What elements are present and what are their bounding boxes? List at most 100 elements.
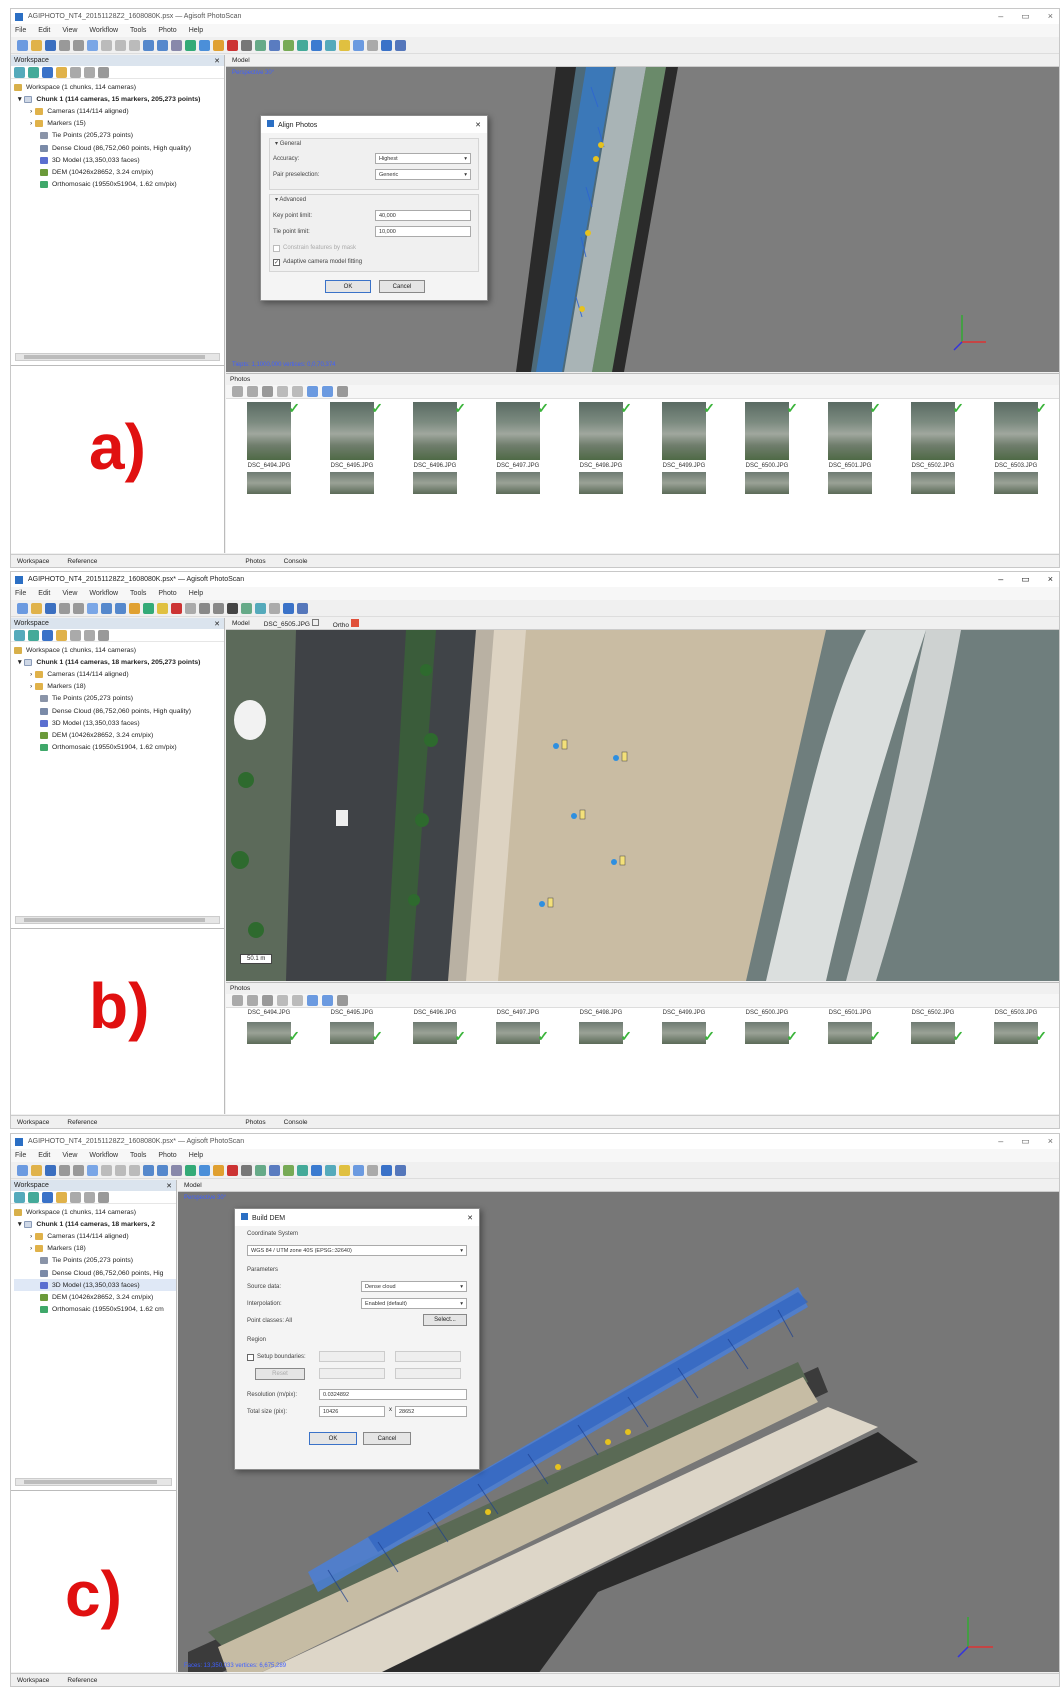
chevron-down-icon[interactable]: ▾ [18,1220,21,1228]
delete-icon[interactable] [227,39,238,51]
grid-icon[interactable] [255,39,266,51]
photo-thumbnail[interactable]: ✓ DSC_6501.JPG [817,400,883,494]
close-tab-icon[interactable] [350,618,359,627]
patch-icon[interactable] [171,602,182,614]
close-pane-icon[interactable]: ✕ [166,1182,172,1190]
remove-icon[interactable] [98,66,109,78]
draw-icon[interactable] [129,602,140,614]
chevron-right-icon[interactable]: › [30,1233,32,1240]
delete-icon[interactable] [227,1164,238,1176]
navigate-icon[interactable] [395,1164,406,1176]
zoom-out-icon[interactable] [213,602,224,614]
navigate-icon[interactable] [297,602,308,614]
tree-item-3d-model[interactable]: 3D Model (13,350,033 faces) [14,717,224,729]
setup-boundaries-checkbox[interactable] [247,1353,254,1361]
menu-edit[interactable]: Edit [38,1152,50,1159]
seamline-icon[interactable] [185,602,196,614]
tree-item-orthomosaic[interactable]: Orthomosaic (19550x51904, 1.62 cm [14,1304,176,1316]
tab-photos[interactable]: Photos [245,1119,265,1126]
view-mode-icon[interactable] [337,386,348,397]
ruler-icon[interactable] [199,39,210,51]
close-pane-icon[interactable]: ✕ [214,57,220,65]
menu-workflow[interactable]: Workflow [89,27,118,34]
photo-thumbnail[interactable]: ✓ DSC_6502.JPG [900,400,966,494]
menu-photo[interactable]: Photo [158,590,176,597]
menu-tools[interactable]: Tools [130,27,146,34]
close-pane-icon[interactable]: ✕ [214,620,220,628]
photo-thumbnail[interactable]: ✓ DSC_6496.JPG [402,400,468,494]
close-icon[interactable]: × [1048,11,1053,22]
rotate-left-icon[interactable] [277,386,288,397]
pencil-icon[interactable] [227,602,238,614]
tab-photo[interactable]: DSC_6505.JPG [264,619,319,628]
tree-item-3d-model[interactable]: 3D Model (13,350,033 faces) [14,154,224,166]
horizontal-scrollbar[interactable] [15,353,220,361]
tab-workspace[interactable]: Workspace [17,1119,49,1126]
add-folder-icon[interactable] [42,629,53,641]
photo-thumbnail[interactable]: ✓ DSC_6500.JPG [734,400,800,494]
add-photos-icon[interactable] [28,1191,39,1203]
constrain-row[interactable]: Constrain features by mask [273,242,477,254]
maximize-icon[interactable]: ▭ [1021,1136,1030,1147]
source-data-select[interactable]: Dense cloud ▾ [361,1281,467,1292]
dense-icon[interactable] [283,39,294,51]
new-icon[interactable] [17,1164,28,1176]
brush-icon[interactable] [157,602,168,614]
points-icon[interactable] [269,39,280,51]
ruler-icon[interactable] [199,1164,210,1176]
mesh-icon[interactable] [297,39,308,51]
tab-reference[interactable]: Reference [67,558,97,565]
interpolation-select[interactable]: Enabled (default) ▾ [361,1298,467,1309]
menu-edit[interactable]: Edit [38,27,50,34]
photo-thumbnail[interactable]: DSC_6500.JPG ✓ [734,1010,800,1044]
tree-item-tie-points[interactable]: Tie Points (205,273 points) [14,130,224,142]
keypoint-limit-input[interactable]: 40,000 [375,210,471,221]
chevron-down-icon[interactable]: ▾ [18,658,21,666]
new-icon[interactable] [17,602,28,614]
cancel-button[interactable]: Cancel [363,1432,411,1445]
photo-thumbnail[interactable]: DSC_6498.JPG ✓ [568,1010,634,1044]
camera-icon[interactable] [56,629,67,641]
constrain-checkbox[interactable] [273,244,280,252]
shape-icon[interactable] [213,39,224,51]
grid-icon[interactable] [255,1164,266,1176]
tree-item-workspace[interactable]: Workspace (1 chunks, 114 cameras) [14,644,224,656]
photo-thumbnail[interactable]: DSC_6497.JPG ✓ [485,1010,551,1044]
tree-item-cameras[interactable]: › Cameras (114/114 aligned) [14,668,224,680]
new-icon[interactable] [17,39,28,51]
tiepoint-limit-input[interactable]: 10,000 [375,226,471,237]
tree-item-cameras[interactable]: › Cameras (114/114 aligned) [14,105,224,117]
menu-view[interactable]: View [62,590,77,597]
points-icon[interactable] [269,1164,280,1176]
tab-ortho[interactable]: Ortho [333,618,359,629]
select-classes-button[interactable]: Select... [423,1314,467,1326]
remove-icon[interactable] [262,386,273,397]
tree-item-tie-points[interactable]: Tie Points (205,273 points) [14,1255,176,1267]
rotate-right-icon[interactable] [292,386,303,397]
tab-console[interactable]: Console [284,558,308,565]
tree-item-chunk[interactable]: ▾ Chunk 1 (114 cameras, 15 markers, 205,2… [14,93,224,105]
general-section-label[interactable]: ▾ General [275,140,479,147]
tree-item-markers[interactable]: › Markers (18) [14,1243,176,1255]
redo-icon[interactable] [73,1164,84,1176]
flag-icon[interactable] [381,39,392,51]
tiled-icon[interactable] [325,39,336,51]
move-icon[interactable] [101,602,112,614]
photo-thumbnail[interactable]: ✓ DSC_6494.JPG [236,400,302,494]
disable-icon[interactable] [322,386,333,397]
close-icon[interactable]: ✕ [475,121,481,129]
cancel-button[interactable]: Cancel [379,280,425,293]
photo-thumbnail[interactable]: ✓ DSC_6499.JPG [651,400,717,494]
tree-item-chunk[interactable]: ▾ Chunk 1 (114 cameras, 18 markers, 205,2… [14,656,224,668]
horizontal-scrollbar[interactable] [15,1478,172,1486]
rotate-icon[interactable] [157,1164,168,1176]
marker-add-icon[interactable] [185,1164,196,1176]
tree-item-dense-cloud[interactable]: Dense Cloud (86,752,060 points, Hig [14,1267,176,1279]
region-icon[interactable] [269,602,280,614]
select-icon[interactable] [87,39,98,51]
menu-help[interactable]: Help [189,590,203,597]
photo-thumbnail[interactable]: ✓ DSC_6498.JPG [568,400,634,494]
select-icon[interactable] [87,602,98,614]
tab-model[interactable]: Model [184,1182,202,1189]
size-width-input[interactable]: 10426 [319,1406,385,1417]
